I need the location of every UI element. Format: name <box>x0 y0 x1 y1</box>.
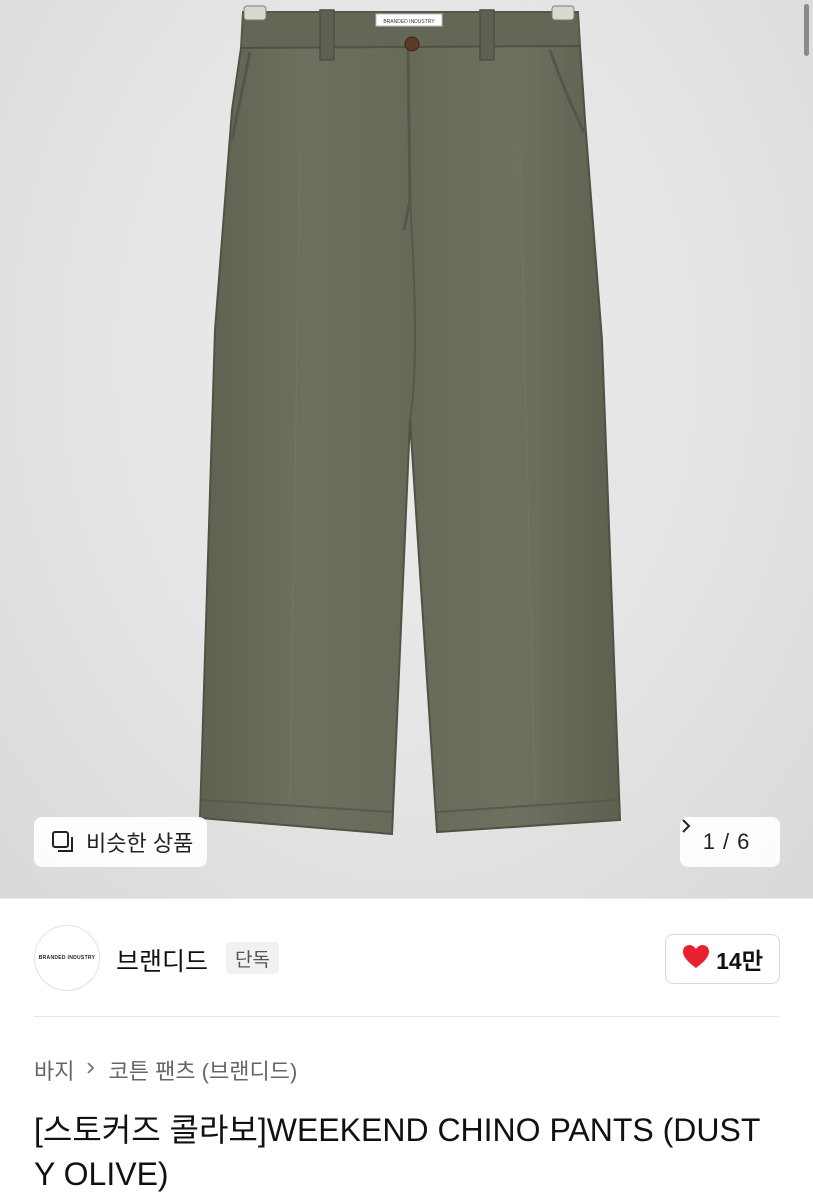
exclusive-badge: 단독 <box>226 942 279 974</box>
like-button[interactable]: 14만 <box>665 934 780 984</box>
avatar-text: BRANDED INDUSTRY <box>38 955 96 961</box>
breadcrumb-subcategory[interactable]: 코튼 팬츠 (브랜디드) <box>108 1054 297 1086</box>
breadcrumb-category[interactable]: 바지 <box>34 1054 74 1086</box>
seller-name[interactable]: 브랜디드 <box>116 942 208 978</box>
chevron-right-icon <box>86 1059 96 1082</box>
seller-row: BRANDED INDUSTRY 브랜디드 단독 14만 <box>0 898 813 1018</box>
brand-label: BRANDED INDUSTRY <box>383 19 435 25</box>
breadcrumb: 바지 코튼 팬츠 (브랜디드) <box>34 1054 297 1086</box>
heart-icon <box>682 944 710 975</box>
similar-items-icon <box>50 829 76 855</box>
divider <box>34 1016 780 1017</box>
scrollbar[interactable] <box>804 4 809 56</box>
product-detail-page: BRANDED INDUSTRY 비슷한 상품 1 / 6 BRANDED IN… <box>0 0 813 1200</box>
product-image[interactable]: BRANDED INDUSTRY 비슷한 상품 1 / 6 <box>0 0 813 898</box>
similar-products-button[interactable]: 비슷한 상품 <box>34 817 208 867</box>
pager-total: 6 <box>737 829 750 854</box>
like-count: 14만 <box>716 948 763 974</box>
pager-separator: / <box>722 829 730 854</box>
pants-illustration: BRANDED INDUSTRY <box>198 5 622 836</box>
image-pager[interactable]: 1 / 6 <box>680 817 780 867</box>
similar-products-label: 비슷한 상품 <box>86 831 194 856</box>
seller-avatar[interactable]: BRANDED INDUSTRY <box>34 925 100 991</box>
pager-current: 1 <box>702 829 715 854</box>
product-title: [스토커즈 콜라보]WEEKEND CHINO PANTS (DUSTY OLI… <box>34 1112 761 1192</box>
